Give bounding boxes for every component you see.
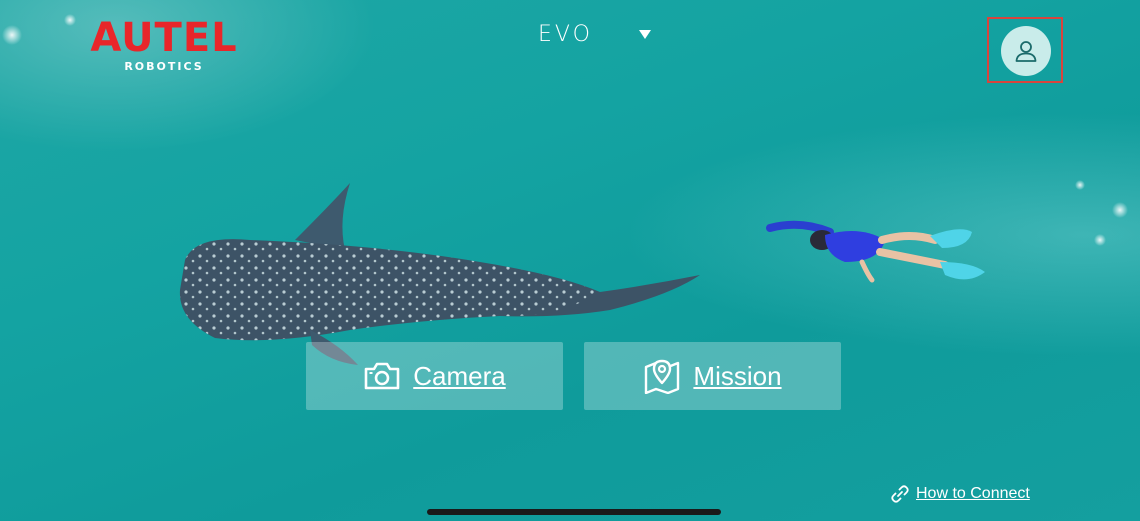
how-to-connect-link[interactable]: How to Connect xyxy=(890,484,1030,504)
camera-button[interactable]: Camera xyxy=(306,342,563,410)
user-icon xyxy=(1015,41,1037,62)
product-name: EVO xyxy=(538,22,593,47)
logo-text: AUTEL xyxy=(90,15,238,61)
autel-logo: AUTEL ROBOTICS xyxy=(86,18,242,73)
mission-button[interactable]: Mission xyxy=(584,342,841,410)
product-selector[interactable]: EVO xyxy=(538,22,651,47)
profile-highlight-frame xyxy=(987,17,1063,83)
camera-icon xyxy=(364,362,400,390)
home-screen: AUTEL ROBOTICS EVO Camera Mission How to… xyxy=(0,0,1140,521)
logo-subtext: ROBOTICS xyxy=(124,60,204,73)
profile-button[interactable] xyxy=(1001,26,1051,76)
background-photo xyxy=(2,14,1128,365)
link-icon xyxy=(891,485,909,503)
home-indicator-bar[interactable] xyxy=(427,509,721,515)
how-to-connect-label: How to Connect xyxy=(916,485,1030,502)
map-pin-icon xyxy=(645,359,680,394)
camera-button-label: Camera xyxy=(413,360,506,391)
triangle-down-icon xyxy=(638,30,651,39)
mission-button-label: Mission xyxy=(693,360,782,391)
